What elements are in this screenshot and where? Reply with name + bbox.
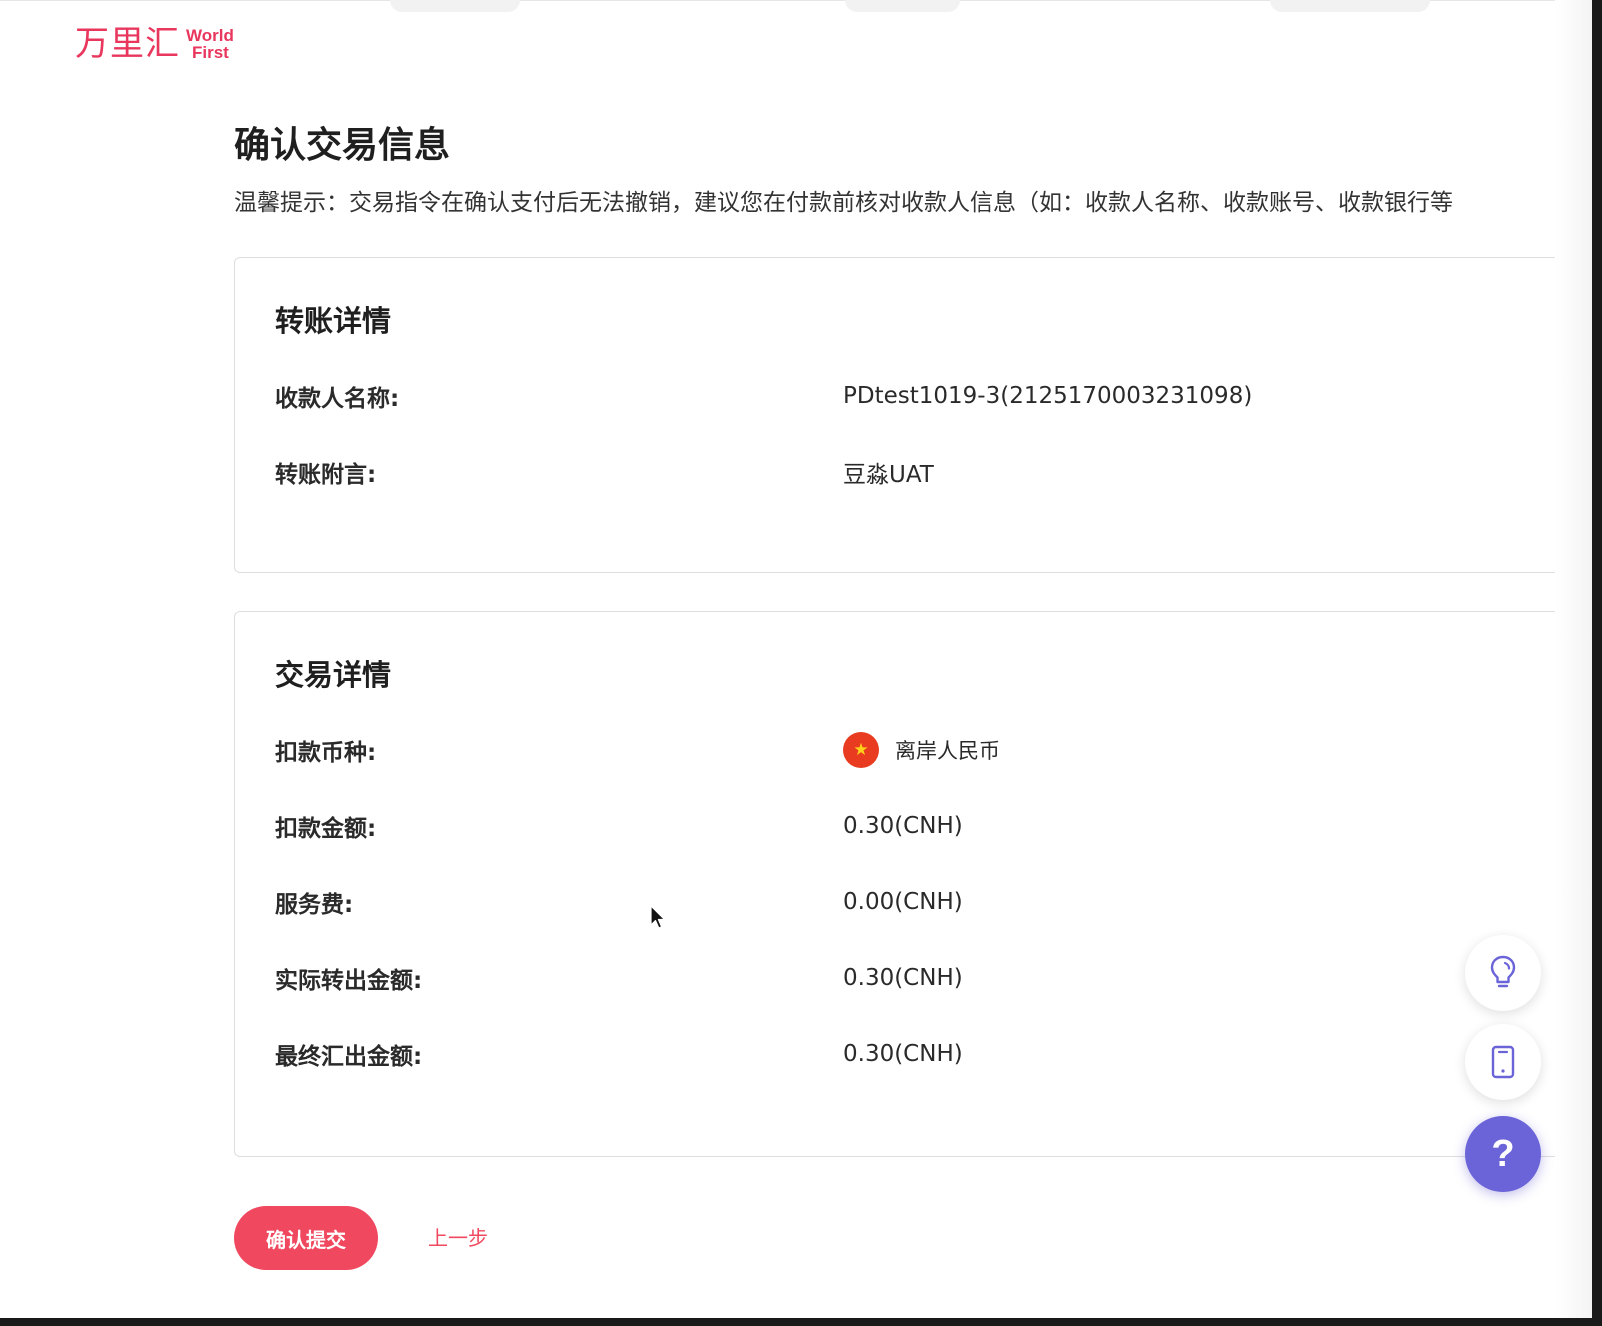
detail-row-transfer-memo: 转账附言: 豆淼UAT (275, 452, 934, 492)
transaction-details-title: 交易详情 (275, 658, 392, 692)
page-right-edge (1555, 0, 1592, 1326)
tips-button[interactable] (1465, 935, 1541, 1011)
currency-name: 离岸人民币 (895, 739, 1000, 763)
previous-step-link[interactable]: 上一步 (428, 1222, 488, 1251)
detail-row-payee-name: 收款人名称: PDtest1019-3(2125170003231098) (275, 376, 1252, 416)
transfer-details-card: 转账详情 收款人名称: PDtest1019-3(212517000323109… (234, 257, 1602, 573)
detail-row-service-fee: 服务费: 0.00(CNH) (275, 882, 963, 922)
lightbulb-icon (1490, 955, 1516, 988)
detail-value: 豆淼UAT (843, 462, 934, 488)
logo-english-line-2: First (192, 43, 229, 62)
logo-english-line-1: World (186, 26, 234, 45)
mobile-phone-icon (1491, 1045, 1515, 1079)
detail-value: 0.30(CNH) (843, 1041, 963, 1067)
logo-english-text: World First (186, 27, 234, 61)
question-mark-icon: ? (1491, 1132, 1515, 1175)
detail-row-actual-outgoing: 实际转出金额: 0.30(CNH) (275, 958, 963, 998)
detail-row-final-remittance: 最终汇出金额: 0.30(CNH) (275, 1034, 963, 1074)
top-nav-shadow (845, 0, 960, 12)
detail-label: 扣款金额: (275, 816, 377, 842)
detail-value-currency: ★ 离岸人民币 (843, 732, 1000, 768)
screen-right-border (1592, 0, 1602, 1326)
worldfirst-logo[interactable]: 万里汇 World First (75, 24, 234, 64)
mobile-app-button[interactable] (1465, 1024, 1541, 1100)
detail-value: 0.30(CNH) (843, 813, 963, 839)
screen-bottom-border (0, 1318, 1602, 1326)
detail-row-debit-amount: 扣款金额: 0.30(CNH) (275, 806, 963, 846)
detail-value: PDtest1019-3(2125170003231098) (843, 383, 1253, 409)
help-button[interactable]: ? (1465, 1116, 1541, 1192)
transfer-details-title: 转账详情 (275, 304, 392, 338)
confirm-submit-button[interactable]: 确认提交 (234, 1206, 378, 1270)
logo-chinese-text: 万里汇 (75, 24, 180, 64)
detail-label: 转账附言: (275, 462, 377, 488)
detail-label: 服务费: (275, 892, 354, 918)
detail-label: 扣款币种: (275, 740, 377, 766)
china-flag-icon: ★ (843, 732, 879, 768)
warm-tip-text: 温馨提示：交易指令在确认支付后无法撤销，建议您在付款前核对收款人信息（如：收款人… (234, 190, 1453, 216)
detail-label: 实际转出金额: (275, 968, 423, 994)
top-nav-shadow (390, 0, 520, 12)
top-nav-shadow (1270, 0, 1430, 12)
page-title: 确认交易信息 (234, 125, 451, 166)
detail-label: 最终汇出金额: (275, 1044, 423, 1070)
detail-value: 0.00(CNH) (843, 889, 963, 915)
detail-row-debit-currency: 扣款币种: ★ 离岸人民币 (275, 730, 1000, 770)
transaction-details-card: 交易详情 扣款币种: ★ 离岸人民币 扣款金额: 0.30(CNH) 服务费: … (234, 611, 1602, 1157)
detail-label: 收款人名称: (275, 386, 400, 412)
detail-value: 0.30(CNH) (843, 965, 963, 991)
mouse-cursor-icon (650, 905, 666, 935)
